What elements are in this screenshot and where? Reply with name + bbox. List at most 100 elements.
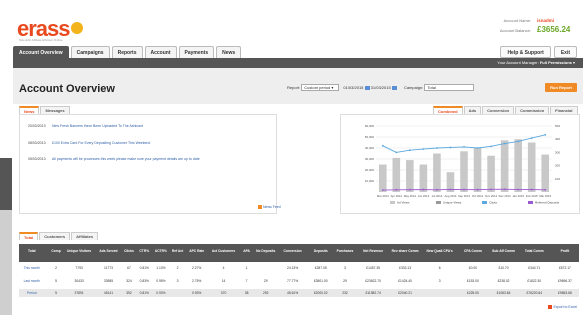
date-from[interactable]: 01/03/2015 — [343, 85, 363, 90]
table-cell: 45.61% — [287, 291, 299, 295]
table-cell: £1424.40 — [398, 279, 412, 283]
run-report-button[interactable]: Run Report — [545, 83, 577, 92]
table-cell: 0.93% — [192, 291, 202, 295]
column-header[interactable]: CTR% — [137, 249, 152, 253]
column-header[interactable]: Rev share Comm — [390, 249, 421, 253]
x-tick-label: Sep 2014 — [458, 194, 470, 198]
table-cell: 0.81% — [139, 266, 149, 270]
y2-tick-label: 300 — [555, 150, 560, 154]
report-filter: Report: Custom period ▾ 01/03/2015 31/03… — [287, 84, 475, 92]
table-row: Last month 5 30433 33985 324 0.83% 0.95% 3 2.75%… — [19, 276, 579, 287]
x-tick-label: Mar 2014 — [377, 194, 389, 198]
table-cell: 0.81% — [139, 291, 149, 295]
column-header[interactable]: Ads Served — [96, 249, 122, 253]
tab-conversion[interactable]: Conversion — [482, 106, 515, 114]
column-header[interactable]: Ref Act — [170, 249, 185, 253]
table-cell: 67 — [127, 266, 131, 270]
tab-customers[interactable]: Customers — [39, 232, 71, 240]
deposits-line-point — [544, 188, 547, 191]
deposits-line-point — [503, 188, 506, 191]
report-select[interactable]: Custom period ▾ — [301, 84, 340, 92]
table-cell: 4 — [222, 266, 225, 270]
column-header[interactable]: Net Revenue — [359, 249, 387, 253]
row-label[interactable]: This month — [19, 266, 45, 270]
column-header[interactable]: Conversion — [280, 249, 306, 253]
table-cell: £0.00 — [468, 266, 477, 270]
export-to-excel-link[interactable]: Export to Excel — [548, 305, 577, 310]
column-header[interactable]: APA — [239, 249, 254, 253]
calendar-icon[interactable] — [364, 85, 370, 90]
column-header[interactable]: Total Comm — [520, 249, 548, 253]
account-balance-value: £3656.24 — [537, 25, 571, 34]
column-header[interactable]: No Deposits — [254, 249, 277, 253]
column-header[interactable]: Total — [19, 249, 45, 253]
page-title: Account Overview — [19, 83, 115, 95]
row-label[interactable]: Last month — [19, 279, 45, 283]
tab-commission[interactable]: Commission — [515, 106, 550, 114]
tab-account[interactable]: Account — [144, 46, 177, 58]
column-header[interactable]: CPA Comm — [459, 249, 487, 253]
column-header[interactable]: Deposits — [308, 249, 334, 253]
table-cell: £225.00 — [466, 291, 479, 295]
exit-button[interactable]: Exit — [553, 46, 577, 58]
x-tick-label: Aug 2014 — [444, 194, 456, 198]
account-manager-info[interactable]: Your Account Manager: Full Permissions ▾ — [497, 58, 575, 68]
table-cell: 30433 — [74, 279, 84, 283]
news-item[interactable]: 05/03/2013 All payments will be processes… — [28, 157, 200, 161]
tab-news[interactable]: News — [216, 46, 242, 58]
tab-ads[interactable]: Ads — [463, 106, 482, 114]
news-item[interactable]: 20/03/2013 New Fresh Banners Have Been Up… — [28, 124, 143, 128]
calendar-icon[interactable] — [391, 85, 397, 90]
column-header[interactable]: Sub Aff Comm — [490, 249, 518, 253]
column-header[interactable]: Purchases — [334, 249, 357, 253]
table-cell: 7 — [245, 279, 248, 283]
tab-combined[interactable]: Combined — [433, 106, 463, 114]
tab-payments[interactable]: Payments — [178, 46, 215, 58]
deposits-line-point — [381, 189, 384, 191]
tab-campaigns[interactable]: Campaigns — [70, 46, 110, 58]
news-feed-link[interactable]: News Feed — [258, 205, 281, 210]
tab-account-overview[interactable]: Account Overview — [13, 46, 69, 58]
tab-reports[interactable]: Reports — [111, 46, 143, 58]
column-header[interactable]: New Quali CPA's — [423, 249, 456, 253]
table-cell: £333.13 — [399, 266, 412, 270]
x-tick-label: Jul 2014 — [432, 194, 443, 198]
account-name-value: isnadmi — [537, 18, 555, 23]
column-header[interactable]: Profit — [551, 249, 579, 253]
x-tick-label: Nov 2014 — [485, 194, 497, 198]
tab-messages[interactable]: Messages — [40, 106, 70, 114]
column-header[interactable]: Clicks — [121, 249, 136, 253]
table-cell: 292 — [262, 291, 269, 295]
left-edge-dark — [0, 158, 12, 210]
legend-swatch — [390, 201, 395, 204]
table-cell: £238.02 — [497, 279, 510, 283]
bar — [514, 139, 522, 192]
table-header: Total Comp Unique Visitors Ads Served Clicks… — [19, 244, 579, 262]
column-header[interactable]: Act Customers — [211, 249, 237, 253]
column-header[interactable]: APC Rate — [185, 249, 208, 253]
table-cell: 2 — [176, 266, 179, 270]
date-to[interactable]: 31/03/2015 — [371, 85, 391, 90]
deposits-line-point — [490, 188, 492, 191]
table-cell: 37891 — [74, 291, 84, 295]
table-cell: 1.13% — [156, 266, 166, 270]
tab-news-panel[interactable]: News — [19, 106, 40, 114]
tab-financial[interactable]: Financial — [550, 106, 578, 114]
table-cell: 3 — [176, 279, 179, 283]
tab-affiliates[interactable]: Affiliates — [71, 232, 99, 240]
news-item[interactable]: 08/03/2013 £100 Extra Cant For Every Depo… — [28, 141, 150, 145]
row-label[interactable]: Period — [19, 291, 45, 295]
column-header[interactable]: UCTR% — [152, 249, 170, 253]
table-cell: 5 — [55, 279, 57, 283]
help-support-button[interactable]: Help & Support — [500, 46, 551, 58]
column-header[interactable]: Comp — [47, 249, 65, 253]
bar — [419, 164, 428, 192]
table-cell: £10.70 — [498, 266, 509, 270]
column-header[interactable]: Unique Visitors — [65, 249, 93, 253]
table-cell: 6 — [438, 266, 441, 270]
bar — [487, 155, 495, 192]
tab-total[interactable]: Total — [19, 232, 39, 240]
deposits-line-point — [449, 188, 452, 191]
campaign-select[interactable]: Total — [424, 84, 475, 92]
clicks-line-point — [476, 147, 479, 149]
